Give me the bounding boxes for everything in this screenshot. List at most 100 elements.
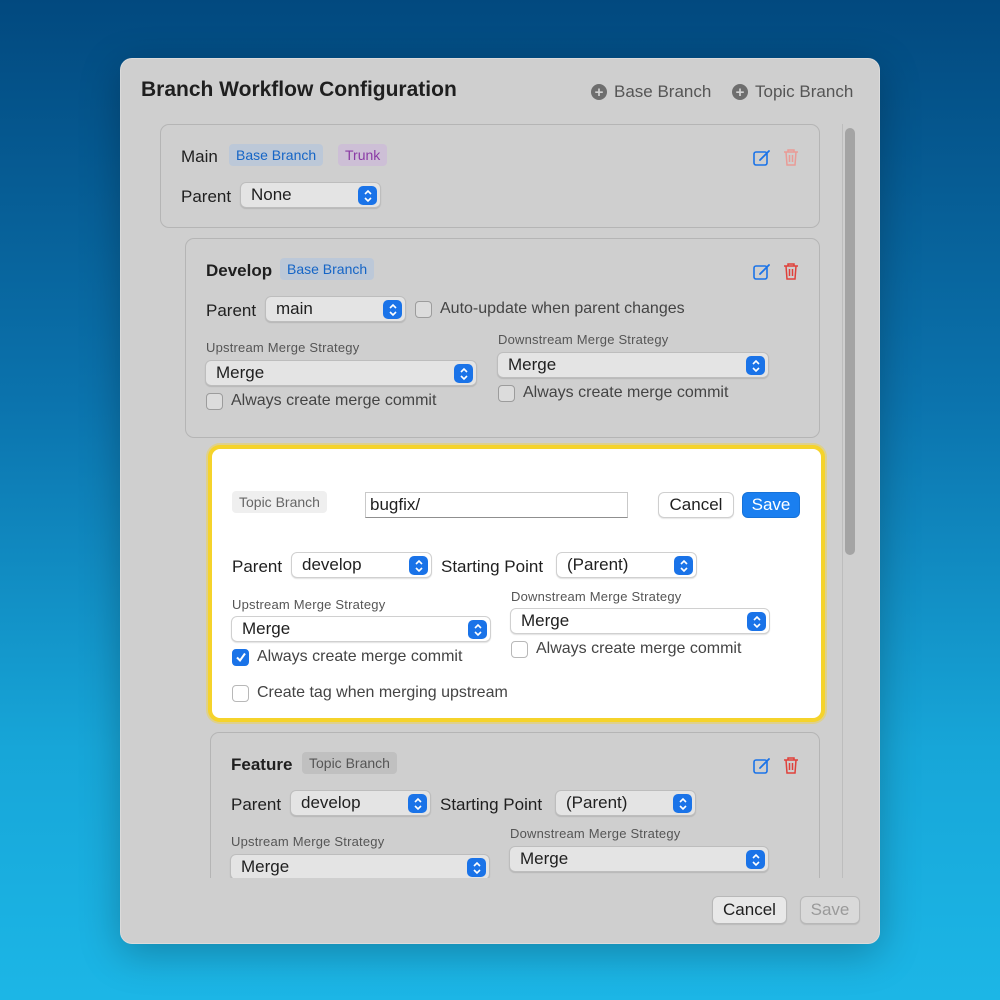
branch-card-develop: Develop Base Branch Parent main Auto-upd…: [185, 238, 820, 438]
create-tag-checkbox[interactable]: Create tag when merging upstream: [232, 684, 508, 702]
chevron-up-down-icon: [409, 556, 428, 575]
dialog-title: Branch Workflow Configuration: [141, 78, 457, 101]
edit-icon[interactable]: [752, 148, 772, 168]
chevron-up-down-icon: [673, 794, 692, 813]
branch-name: Develop: [206, 261, 273, 280]
branch-name: Feature: [231, 755, 293, 774]
topic-branch-editor: Topic Branch bugfix/ Cancel Save Parent …: [208, 445, 825, 722]
upstream-merge-commit-label: Always create merge commit: [231, 392, 437, 409]
upstream-strategy-label: Upstream Merge Strategy: [231, 834, 385, 849]
upstream-strategy-select[interactable]: Merge: [205, 360, 477, 386]
downstream-strategy-label: Downstream Merge Strategy: [510, 826, 681, 841]
downstream-strategy-label: Downstream Merge Strategy: [498, 332, 669, 347]
downstream-merge-commit-checkbox[interactable]: Always create merge commit: [511, 640, 741, 658]
trunk-badge: Trunk: [338, 144, 388, 166]
parent-label: Parent: [181, 187, 232, 206]
downstream-strategy-select[interactable]: Merge: [510, 608, 770, 634]
parent-select[interactable]: develop: [290, 790, 431, 816]
checkbox[interactable]: [511, 640, 528, 658]
upstream-strategy-value: Merge: [216, 363, 265, 382]
checkbox[interactable]: [206, 392, 223, 410]
upstream-merge-commit-checkbox[interactable]: Always create merge commit: [206, 392, 436, 410]
parent-label: Parent: [232, 557, 283, 576]
base-branch-badge: Base Branch: [280, 258, 375, 280]
add-base-branch-label: Base Branch: [614, 82, 712, 101]
parent-select-value: main: [276, 299, 313, 318]
checkmark-icon: [235, 652, 246, 663]
scrollbar-thumb[interactable]: [845, 128, 855, 555]
downstream-strategy-value: Merge: [521, 611, 570, 630]
chevron-up-down-icon: [746, 356, 765, 375]
parent-select-value: None: [251, 185, 292, 204]
checkbox[interactable]: [232, 684, 249, 702]
chevron-up-down-icon: [468, 620, 487, 639]
parent-select[interactable]: main: [265, 296, 406, 322]
checkbox[interactable]: [415, 300, 432, 318]
dialog-cancel-button[interactable]: Cancel: [712, 896, 787, 924]
branch-list-scroll-area[interactable]: Main Base Branch Trunk Parent None Devel…: [160, 120, 860, 878]
trash-icon[interactable]: [781, 261, 801, 281]
branch-card-main: Main Base Branch Trunk Parent None: [160, 124, 820, 228]
add-base-branch-button[interactable]: + Base Branch: [591, 82, 711, 102]
checkbox-checked[interactable]: [232, 648, 249, 666]
branch-card-feature: Feature Topic Branch Parent develop Star…: [210, 732, 820, 878]
upstream-merge-commit-checkbox[interactable]: Always create merge commit: [232, 648, 462, 666]
trash-icon[interactable]: [781, 147, 801, 167]
chevron-up-down-icon: [454, 364, 473, 383]
downstream-strategy-select[interactable]: Merge: [509, 846, 769, 872]
upstream-strategy-label: Upstream Merge Strategy: [206, 340, 360, 355]
chevron-up-down-icon: [747, 612, 766, 631]
downstream-merge-commit-checkbox[interactable]: Always create merge commit: [498, 384, 728, 402]
downstream-strategy-label: Downstream Merge Strategy: [511, 589, 682, 604]
topic-branch-badge: Topic Branch: [232, 491, 327, 513]
base-branch-badge: Base Branch: [229, 144, 324, 166]
starting-point-label: Starting Point: [440, 795, 543, 814]
plus-icon: +: [591, 84, 607, 100]
dialog-save-button[interactable]: Save: [800, 896, 860, 924]
upstream-strategy-value: Merge: [241, 857, 290, 876]
parent-select-value: develop: [301, 793, 361, 812]
parent-select[interactable]: None: [240, 182, 381, 208]
chevron-up-down-icon: [467, 858, 486, 877]
topic-branch-badge: Topic Branch: [302, 752, 397, 774]
auto-update-checkbox[interactable]: Auto-update when parent changes: [415, 300, 685, 318]
chevron-up-down-icon: [408, 794, 427, 813]
upstream-merge-commit-label: Always create merge commit: [257, 648, 463, 665]
starting-point-label: Starting Point: [441, 557, 544, 576]
add-topic-branch-button[interactable]: + Topic Branch: [732, 82, 853, 102]
parent-label: Parent: [206, 301, 257, 320]
edit-icon[interactable]: [752, 756, 772, 776]
branch-prefix-input[interactable]: bugfix/: [365, 492, 628, 518]
upstream-strategy-label: Upstream Merge Strategy: [232, 597, 386, 612]
downstream-strategy-select[interactable]: Merge: [497, 352, 769, 378]
downstream-merge-commit-label: Always create merge commit: [536, 640, 742, 657]
auto-update-label: Auto-update when parent changes: [440, 300, 685, 317]
chevron-up-down-icon: [383, 300, 402, 319]
plus-icon: +: [732, 84, 748, 100]
chevron-up-down-icon: [358, 186, 377, 205]
chevron-up-down-icon: [674, 556, 693, 575]
starting-point-select[interactable]: (Parent): [556, 552, 697, 578]
downstream-merge-commit-label: Always create merge commit: [523, 384, 729, 401]
edit-icon[interactable]: [752, 262, 772, 282]
branch-workflow-dialog: Branch Workflow Configuration + Base Bra…: [120, 58, 880, 944]
parent-label: Parent: [231, 795, 282, 814]
upstream-strategy-select[interactable]: Merge: [231, 616, 491, 642]
create-tag-label: Create tag when merging upstream: [257, 684, 508, 701]
upstream-strategy-select[interactable]: Merge: [230, 854, 490, 878]
downstream-strategy-value: Merge: [508, 355, 557, 374]
upstream-strategy-value: Merge: [242, 619, 291, 638]
branch-name: Main: [181, 147, 218, 166]
parent-select-value: develop: [302, 555, 362, 574]
starting-point-value: (Parent): [566, 793, 628, 812]
starting-point-value: (Parent): [567, 555, 629, 574]
save-button[interactable]: Save: [742, 492, 800, 518]
parent-select[interactable]: develop: [291, 552, 432, 578]
downstream-strategy-value: Merge: [520, 849, 569, 868]
add-topic-branch-label: Topic Branch: [755, 82, 854, 101]
trash-icon[interactable]: [781, 755, 801, 775]
checkbox[interactable]: [498, 384, 515, 402]
chevron-up-down-icon: [746, 850, 765, 869]
cancel-button[interactable]: Cancel: [658, 492, 734, 518]
starting-point-select[interactable]: (Parent): [555, 790, 696, 816]
